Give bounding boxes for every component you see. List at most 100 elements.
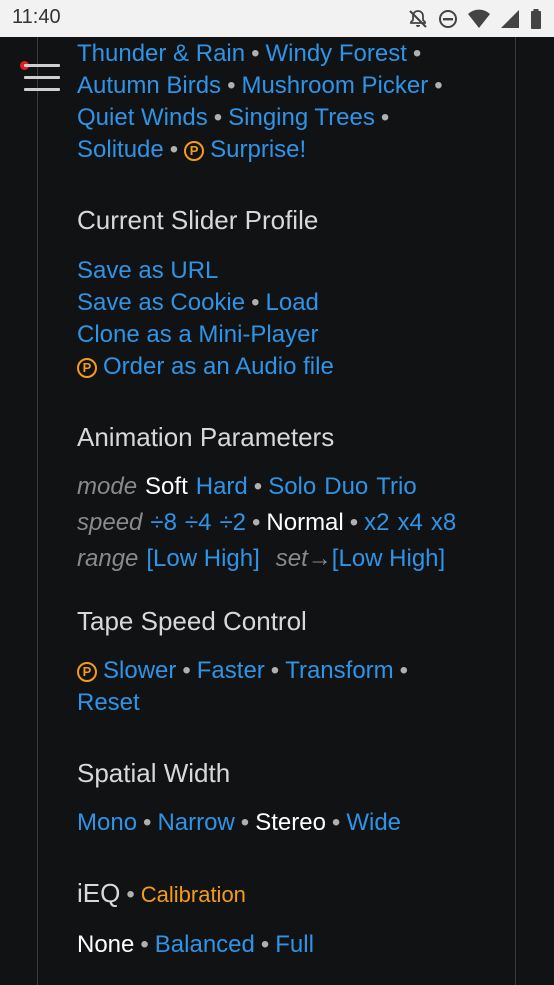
separator: • xyxy=(126,881,135,908)
separator: • xyxy=(143,809,152,836)
ieq-heading-row: iEQ • Calibration xyxy=(77,877,246,911)
preset-mushroom-picker[interactable]: Mushroom Picker xyxy=(241,72,428,99)
speed-label: speed xyxy=(77,509,143,536)
speed-x2-link[interactable]: x2 xyxy=(364,509,389,536)
ieq-heading: iEQ xyxy=(77,878,121,908)
save-as-cookie-link[interactable]: Save as Cookie xyxy=(77,289,245,316)
profile-row: P Order as an Audio file xyxy=(77,351,334,383)
range-label: range xyxy=(77,545,139,572)
ieq-none-current: None xyxy=(77,931,135,958)
speed-div2-link[interactable]: ÷2 xyxy=(219,509,246,536)
spatial-mono-link[interactable]: Mono xyxy=(77,809,137,836)
animation-heading: Animation Parameters xyxy=(77,422,335,452)
preset-row: Solitude • P Surprise! xyxy=(77,134,306,166)
separator: • xyxy=(380,104,390,131)
load-link[interactable]: Load xyxy=(266,289,319,316)
range-low-high-link[interactable]: [Low High] xyxy=(146,545,259,572)
hamburger-menu-button[interactable] xyxy=(20,61,62,95)
premium-coin-icon: P xyxy=(184,141,205,161)
separator: • xyxy=(140,931,149,958)
tape-row: P Slower • Faster • Transform • xyxy=(77,655,414,687)
mode-label: mode xyxy=(77,473,138,500)
tape-row: Reset xyxy=(77,687,140,719)
ieq-calibration-link[interactable]: Calibration xyxy=(141,882,246,907)
speed-div8-link[interactable]: ÷8 xyxy=(150,509,177,536)
separator: • xyxy=(253,473,263,500)
tape-heading: Tape Speed Control xyxy=(77,606,307,636)
ieq-full-link[interactable]: Full xyxy=(275,931,314,958)
menu-bar-icon xyxy=(24,76,60,79)
preset-row: Thunder & Rain • Windy Forest • xyxy=(77,38,427,70)
cellular-signal-icon xyxy=(500,9,520,29)
speed-x8-link[interactable]: x8 xyxy=(431,509,456,536)
separator: • xyxy=(349,509,359,536)
premium-coin-icon: P xyxy=(77,662,97,682)
separator: • xyxy=(270,657,280,684)
preset-thunder-rain[interactable]: Thunder & Rain xyxy=(77,40,245,67)
spatial-stereo-current: Stereo xyxy=(255,809,326,836)
spatial-heading: Spatial Width xyxy=(77,758,231,788)
spatial-narrow-link[interactable]: Narrow xyxy=(157,809,234,836)
profile-row: Clone as a Mini-Player xyxy=(77,319,318,351)
mode-hard-link[interactable]: Hard xyxy=(196,473,248,500)
tape-transform-link[interactable]: Transform xyxy=(285,657,393,684)
mode-trio-link[interactable]: Trio xyxy=(376,473,416,500)
menu-bar-icon xyxy=(24,88,60,91)
set-label: set→ xyxy=(275,545,332,572)
separator: • xyxy=(227,72,236,99)
animation-range-row: range [Low High] set→[Low High] xyxy=(77,543,445,575)
spatial-wide-link[interactable]: Wide xyxy=(346,809,401,836)
preset-autumn-birds[interactable]: Autumn Birds xyxy=(77,72,221,99)
separator: • xyxy=(260,931,270,958)
separator: • xyxy=(251,40,260,67)
separator: • xyxy=(399,657,409,684)
right-border xyxy=(515,37,516,985)
profile-heading: Current Slider Profile xyxy=(77,205,319,235)
ieq-row: None • Balanced • Full xyxy=(77,929,314,961)
animation-speed-row: speed ÷8 ÷4 ÷2 • Normal • x2 x4 x8 xyxy=(77,507,456,539)
spatial-row: Mono • Narrow • Stereo • Wide xyxy=(77,807,401,839)
separator: • xyxy=(251,509,261,536)
speed-x4-link[interactable]: x4 xyxy=(398,509,423,536)
profile-row: Save as URL xyxy=(77,255,218,287)
status-time: 11:40 xyxy=(12,6,61,28)
separator: • xyxy=(434,72,443,99)
order-audio-file-link[interactable]: Order as an Audio file xyxy=(103,353,334,380)
separator: • xyxy=(331,809,341,836)
menu-bar-icon xyxy=(24,64,60,67)
separator: • xyxy=(251,289,260,316)
preset-quiet-winds[interactable]: Quiet Winds xyxy=(77,104,208,131)
preset-solitude[interactable]: Solitude xyxy=(77,136,164,163)
status-icons xyxy=(408,9,542,29)
save-as-url-link[interactable]: Save as URL xyxy=(77,257,218,284)
speed-normal-current: Normal xyxy=(266,509,344,536)
tape-faster-link[interactable]: Faster xyxy=(197,657,265,684)
set-low-high-link[interactable]: [Low High] xyxy=(332,545,445,572)
tape-reset-link[interactable]: Reset xyxy=(77,689,140,716)
tape-slower-link[interactable]: Slower xyxy=(103,657,176,684)
notifications-off-icon xyxy=(408,9,428,29)
clone-mini-player-link[interactable]: Clone as a Mini-Player xyxy=(77,321,318,348)
preset-row: Autumn Birds • Mushroom Picker • xyxy=(77,70,449,102)
preset-surprise[interactable]: Surprise! xyxy=(210,136,306,163)
mode-duo-link[interactable]: Duo xyxy=(324,473,368,500)
separator: • xyxy=(213,104,223,131)
speed-div4-link[interactable]: ÷4 xyxy=(185,509,212,536)
wifi-icon xyxy=(468,9,490,29)
status-bar: 11:40 xyxy=(0,0,554,37)
premium-coin-icon: P xyxy=(77,358,97,378)
separator: • xyxy=(169,136,179,163)
battery-icon xyxy=(530,9,542,29)
ieq-balanced-link[interactable]: Balanced xyxy=(155,931,255,958)
profile-row: Save as Cookie • Load xyxy=(77,287,319,319)
left-border xyxy=(37,37,38,985)
mode-solo-link[interactable]: Solo xyxy=(268,473,316,500)
preset-windy-forest[interactable]: Windy Forest xyxy=(266,40,407,67)
preset-singing-trees[interactable]: Singing Trees xyxy=(228,104,375,131)
preset-row: Quiet Winds • Singing Trees • xyxy=(77,102,395,134)
mode-soft-current: Soft xyxy=(145,473,188,500)
separator: • xyxy=(182,657,191,684)
separator: • xyxy=(412,40,422,67)
animation-mode-row: mode Soft Hard • Solo Duo Trio xyxy=(77,471,417,503)
do-not-disturb-icon xyxy=(438,9,458,29)
